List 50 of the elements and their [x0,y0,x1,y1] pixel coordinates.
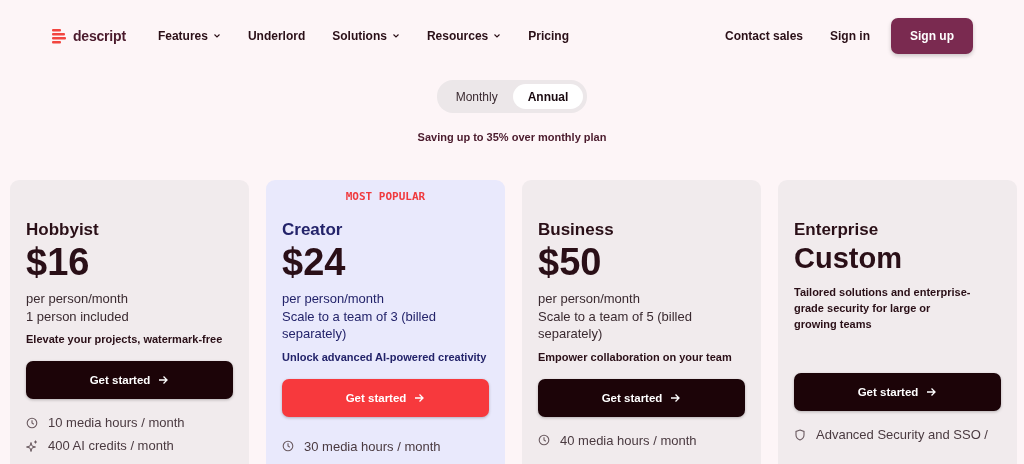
savings-note: Saving up to 35% over monthly plan [416,131,608,143]
plan-price: Custom [794,241,903,276]
feature-text: Advanced Security and SSO / [816,427,988,442]
get-started-button[interactable]: Get started [26,361,233,399]
billing-option[interactable]: Monthly [440,84,513,109]
plan-detail: Scale to a team of 3 (billed separately) [282,307,437,343]
feature-text: 400 AI credits / month [48,438,174,453]
plan-tagline: Unlock advanced AI-powered creativity [282,349,488,365]
shield-icon [794,428,806,441]
nav-link[interactable]: Features [157,29,221,43]
sparkle-icon [26,439,38,452]
plan-tagline: Elevate your projects, watermark-free [26,332,224,347]
billing-option[interactable]: Annual [512,84,584,109]
plan-detail: per person/month [26,290,129,308]
plan-tagline: Empower collaboration on your team [538,349,733,365]
nav-link[interactable]: Resources [426,29,502,43]
get-started-button[interactable]: Get started [794,373,1001,411]
plan-price: $24 [282,240,347,284]
arrow-right-icon [926,387,938,397]
arrow-right-icon [670,392,682,403]
plan-price: $16 [26,240,91,284]
plan-name: Creator [282,220,344,240]
plan-price: $50 [538,240,603,284]
clock-icon [538,434,550,446]
nav-link[interactable]: Contact sales [724,29,803,43]
plan-name: Enterprise [794,220,880,240]
plan-detail: 1 person included [26,307,130,325]
arrow-right-icon [158,375,170,385]
logo-icon [52,28,68,44]
nav-link[interactable]: Underlord [247,29,306,43]
nav-link[interactable]: Sign in [830,29,870,43]
logo-text[interactable]: descript [73,28,126,44]
feature-text: 30 media hours / month [304,438,441,454]
clock-icon [26,416,38,429]
arrow-right-icon [414,392,426,403]
plan-detail: per person/month [538,290,641,308]
nav-link[interactable]: Pricing [528,29,569,43]
feature-text: 40 media hours / month [560,432,697,448]
sign-up-button[interactable]: Sign up [891,18,973,54]
feature-text: 10 media hours / month [48,415,185,430]
get-started-button[interactable]: Get started [538,378,745,417]
nav-link[interactable]: Solutions [332,29,400,43]
plan-tagline: Tailored solutions and enterprise-grade security for large or growing teams [794,285,972,332]
plan-name: Hobbyist [26,220,100,240]
clock-icon [282,440,294,452]
popular-label: MOST POPULAR [345,190,426,203]
plan-detail: Scale to a team of 5 (billed separately) [538,307,693,343]
plan-detail: per person/month [282,290,385,308]
get-started-button[interactable]: Get started [282,378,489,417]
plan-name: Business [538,220,615,240]
